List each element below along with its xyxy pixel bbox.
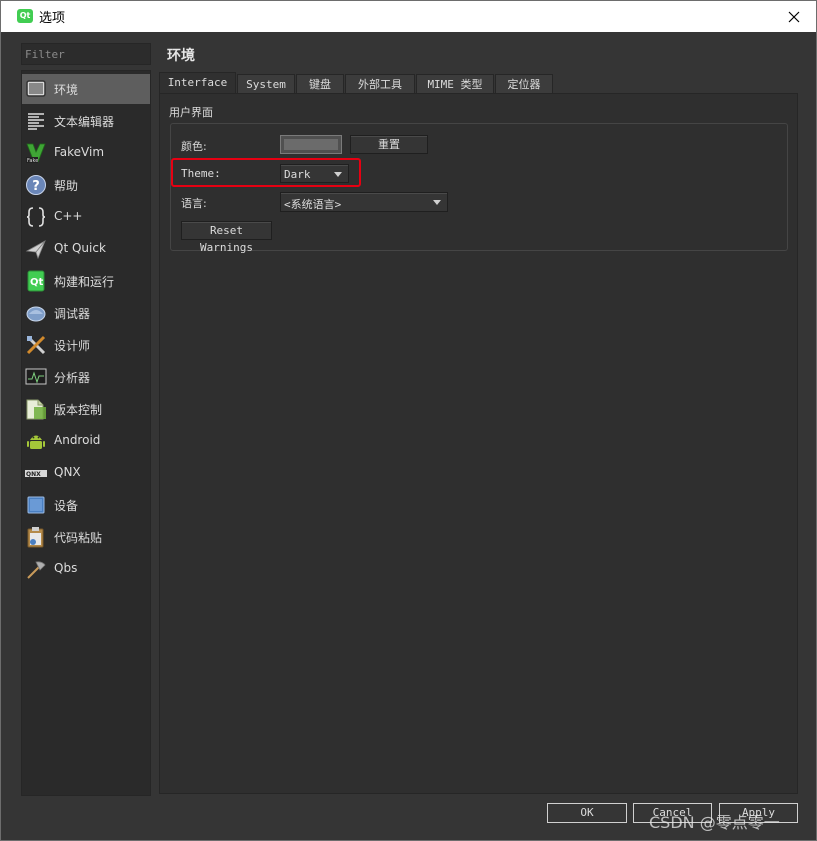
- tab-locator[interactable]: 定位器: [495, 74, 553, 94]
- language-label: 语言:: [181, 197, 207, 210]
- sidebar-item-android[interactable]: Android: [22, 426, 150, 456]
- ok-button[interactable]: OK: [547, 803, 627, 823]
- title-bar[interactable]: Qt 选项: [1, 1, 816, 32]
- fakevim-icon: Fake: [26, 143, 46, 164]
- sidebar-item-devices[interactable]: 设备: [22, 490, 150, 520]
- svg-text:?: ?: [32, 179, 40, 194]
- analyzer-icon: [25, 368, 47, 385]
- sidebar-item-help[interactable]: ? 帮助: [22, 170, 150, 200]
- sidebar-item-version-control[interactable]: 版本控制: [22, 394, 150, 424]
- sidebar-item-text-editor[interactable]: 文本编辑器: [22, 106, 150, 136]
- sidebar-item-label: C++: [54, 209, 83, 223]
- sidebar-item-label: 版本控制: [54, 403, 103, 417]
- svg-text:QNX: QNX: [26, 471, 41, 478]
- tab-system[interactable]: System: [237, 74, 295, 94]
- sidebar-item-code-paste[interactable]: 代码粘贴: [22, 522, 150, 552]
- window-title: 选项: [39, 11, 66, 26]
- version-control-icon: [26, 399, 46, 420]
- qt-quick-icon: [25, 240, 46, 260]
- tab-mime-types[interactable]: MIME 类型: [416, 74, 494, 94]
- qnx-icon: QNX: [25, 470, 47, 478]
- sidebar-item-label: 帮助: [54, 179, 79, 193]
- debugger-icon: [26, 306, 46, 322]
- qt-logo-icon: Qt: [17, 9, 33, 23]
- sidebar-item-label: 设备: [54, 499, 79, 513]
- sidebar-item-label: QNX: [54, 465, 81, 479]
- sidebar-item-cpp[interactable]: C++: [22, 202, 150, 232]
- svg-text:Fake: Fake: [27, 158, 38, 164]
- group-title: 用户界面: [169, 106, 213, 119]
- sidebar-item-qt-quick[interactable]: Qt Quick: [22, 234, 150, 264]
- help-icon: ?: [26, 175, 46, 195]
- tab-external-tools[interactable]: 外部工具: [345, 74, 415, 94]
- language-select[interactable]: <系统语言>: [280, 192, 448, 212]
- chevron-down-icon: [433, 200, 441, 205]
- tab-interface[interactable]: Interface: [159, 72, 236, 94]
- sidebar-item-debugger[interactable]: 调试器: [22, 298, 150, 328]
- code-paste-icon: [27, 527, 44, 548]
- theme-highlight-annotation: [171, 158, 361, 187]
- sidebar-item-environment[interactable]: 环境: [22, 74, 150, 104]
- cpp-icon: [26, 207, 46, 227]
- sidebar-item-build-run[interactable]: Qt 构建和运行: [22, 266, 150, 296]
- sidebar-item-label: 调试器: [54, 307, 91, 321]
- svg-text:Qt: Qt: [30, 277, 44, 288]
- sidebar-item-label: 环境: [54, 83, 79, 97]
- sidebar-item-label: 分析器: [54, 371, 91, 385]
- color-swatch: [284, 139, 338, 150]
- reset-color-button[interactable]: 重置: [350, 135, 428, 154]
- sidebar-item-label: Qbs: [54, 561, 78, 575]
- sidebar-item-qnx[interactable]: QNX QNX: [22, 458, 150, 488]
- filter-input[interactable]: [21, 43, 151, 65]
- close-button[interactable]: [772, 1, 816, 32]
- sidebar-item-label: 设计师: [54, 339, 91, 353]
- qbs-icon: [27, 561, 46, 579]
- sidebar-item-designer[interactable]: 设计师: [22, 330, 150, 360]
- watermark: CSDN @零点零一: [649, 813, 780, 832]
- sidebar-item-label: 文本编辑器: [54, 115, 115, 129]
- environment-icon: [26, 80, 46, 97]
- text-editor-icon: [27, 112, 45, 130]
- color-picker-button[interactable]: [280, 135, 342, 154]
- build-run-icon: Qt: [27, 270, 45, 292]
- devices-icon: [27, 496, 45, 514]
- android-icon: [27, 435, 45, 449]
- sidebar-item-label: Android: [54, 433, 101, 447]
- options-dialog: Qt 选项 环境 文本编辑器: [0, 0, 817, 841]
- sidebar-item-label: Qt Quick: [54, 241, 106, 255]
- close-icon: [788, 11, 800, 22]
- page-title: 环境: [167, 48, 195, 64]
- tab-keyboard[interactable]: 键盘: [296, 74, 344, 94]
- color-label: 颜色:: [181, 140, 207, 153]
- sidebar-item-fakevim[interactable]: Fake FakeVim: [22, 138, 150, 168]
- category-sidebar: 环境 文本编辑器 Fake FakeVim ? 帮助 C++ Qt Quick …: [21, 70, 151, 796]
- sidebar-item-qbs[interactable]: Qbs: [22, 554, 150, 584]
- designer-icon: [26, 335, 46, 355]
- sidebar-item-label: FakeVim: [54, 145, 105, 159]
- language-select-value: <系统语言>: [284, 198, 342, 211]
- sidebar-item-label: 代码粘贴: [54, 531, 103, 545]
- sidebar-item-analyzer[interactable]: 分析器: [22, 362, 150, 392]
- sidebar-item-label: 构建和运行: [54, 275, 115, 289]
- reset-warnings-button[interactable]: Reset Warnings: [181, 221, 272, 254]
